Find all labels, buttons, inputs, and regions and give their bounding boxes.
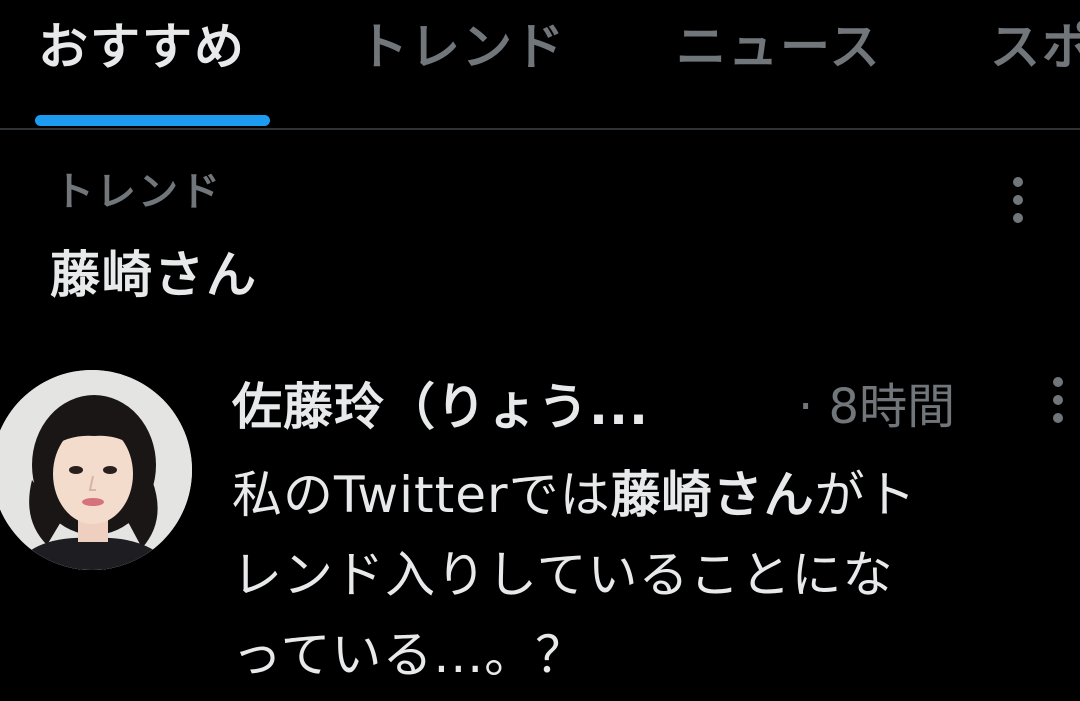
avatar[interactable]	[0, 370, 192, 570]
tweet-text-segment: がト	[814, 466, 917, 524]
tweet-text-segment: 私のTwitterでは	[232, 466, 611, 524]
tab-for-you[interactable]: おすすめ	[38, 12, 246, 82]
tweet-text-line: レンド入りしていることにな	[232, 546, 894, 604]
tab-sports[interactable]: スポ	[990, 12, 1080, 82]
tweet-timestamp[interactable]: 8時間	[829, 379, 956, 435]
more-vertical-icon[interactable]	[1048, 375, 1068, 425]
trend-category: トレンド	[54, 169, 222, 215]
tab-bar: おすすめ トレンド ニュース スポ	[0, 0, 1080, 130]
trend-name: 藤崎さん	[50, 246, 258, 304]
avatar-photo	[0, 370, 192, 570]
active-tab-indicator	[35, 115, 270, 126]
tweet-text-line: っている...。？	[232, 626, 587, 684]
tweet-text-highlight: 藤崎さん	[610, 466, 815, 524]
tweet-author-name[interactable]: 佐藤玲（りょう...	[232, 372, 649, 442]
explore-page: おすすめ トレンド ニュース スポ トレンド 藤崎さん 佐藤玲（りょう... ·…	[0, 0, 1080, 701]
tab-trending[interactable]: トレンド	[358, 12, 566, 82]
tweet-text-line: 私のTwitterでは藤崎さんがト	[232, 455, 1062, 535]
tweet-meta: · 8時間	[798, 372, 955, 442]
meta-separator: ·	[798, 379, 814, 435]
more-vertical-icon[interactable]	[1008, 175, 1028, 225]
tweet-text: 私のTwitterでは藤崎さんがト レンド入りしていることにな っている...。…	[232, 455, 1062, 695]
tab-news[interactable]: ニュース	[676, 12, 882, 82]
